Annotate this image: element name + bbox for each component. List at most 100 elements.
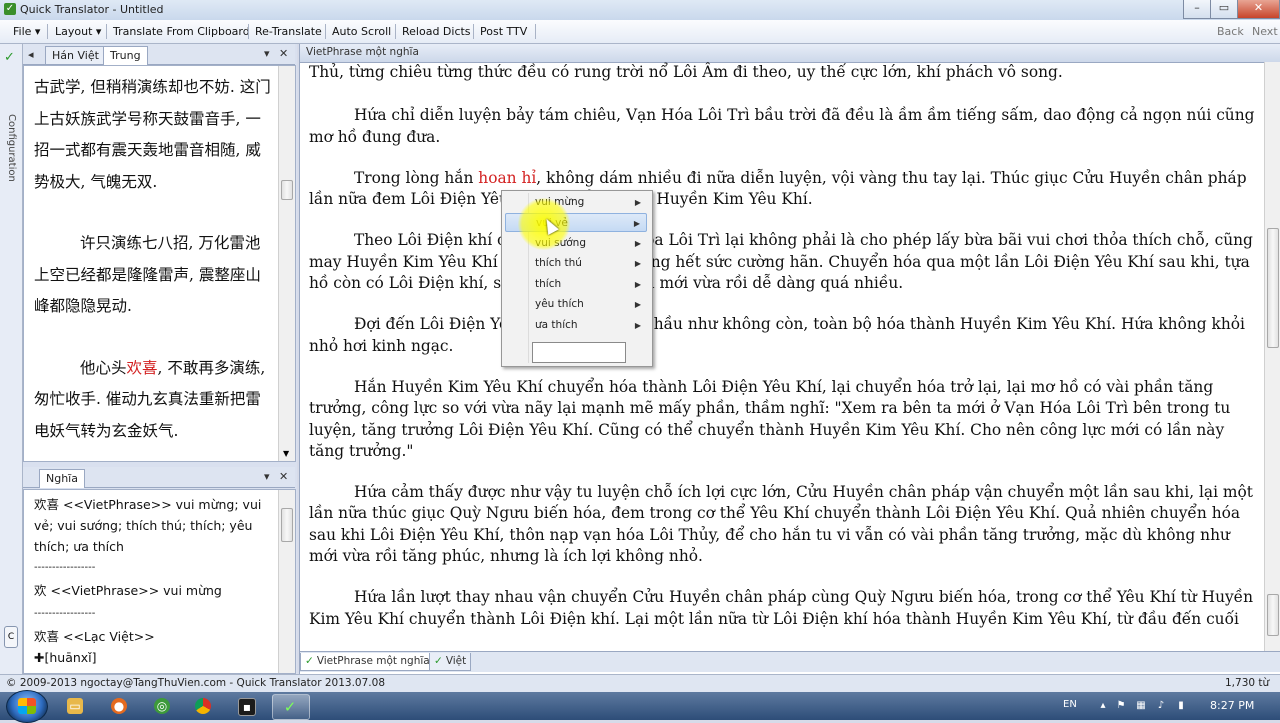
- vertical-scrollbar[interactable]: [1264, 62, 1280, 653]
- taskbar-explorer[interactable]: ▭: [58, 694, 94, 718]
- close-button[interactable]: ✕: [1237, 0, 1280, 19]
- toolbar-separator: [325, 24, 326, 39]
- retranslate-button[interactable]: Re-Translate: [251, 24, 326, 40]
- configuration-label: Configuration: [6, 114, 17, 182]
- menu-item-ua-thich[interactable]: ưa thích ▶: [505, 316, 647, 335]
- zh-paragraph: 古武学, 但稍稍演练却也不妨. 这门上古妖族武学号称天鼓雷音手, 一招一式都有震…: [34, 78, 271, 191]
- menu-item-vui-mung[interactable]: vui mừng ▶: [505, 193, 647, 212]
- meaning-line: -----------------: [34, 608, 96, 619]
- toolbar-separator: [47, 24, 48, 39]
- taskbar-firefox[interactable]: ●: [102, 694, 138, 718]
- check-icon: ✓: [305, 655, 314, 667]
- vietphrase-text-view[interactable]: Thủ, từng chiêu từng thức đều có rung tr…: [309, 62, 1257, 651]
- taskbar-quick-translator[interactable]: ✓: [272, 694, 310, 720]
- toolbar-separator: [248, 24, 249, 39]
- taskbar-terminal[interactable]: ▪: [229, 694, 265, 718]
- menu-file[interactable]: File ▾: [9, 24, 44, 40]
- tab-trung[interactable]: Trung: [103, 46, 148, 65]
- submenu-arrow-icon: ▶: [634, 198, 641, 207]
- battery-icon[interactable]: ▮: [1175, 700, 1187, 712]
- submenu-arrow-icon: ▶: [634, 300, 641, 309]
- speaker-icon[interactable]: ♪: [1155, 700, 1167, 712]
- chinese-text-view[interactable]: 古武学, 但稍稍演练却也不妨. 这门上古妖族武学号称天鼓雷音手, 一招一式都有震…: [23, 65, 296, 462]
- toolbar-separator: [395, 24, 396, 39]
- chevron-down-icon[interactable]: ▾: [264, 47, 270, 60]
- submenu-arrow-icon: ▶: [634, 321, 641, 330]
- status-bar: © 2009-2013 ngoctay@TangThuVien.com - Qu…: [0, 674, 1280, 693]
- chevron-down-icon: ▾: [34, 25, 41, 38]
- close-icon[interactable]: ✕: [279, 47, 288, 60]
- main-tab-header: VietPhrase một nghĩa: [300, 44, 1280, 63]
- chevron-down-icon[interactable]: ▾: [264, 470, 270, 483]
- translate-clipboard-button[interactable]: Translate From Clipboard: [109, 24, 254, 40]
- tab-han-viet[interactable]: Hán Việt: [45, 46, 106, 64]
- maximize-button[interactable]: ▭: [1210, 0, 1238, 19]
- scroll-down-icon[interactable]: ▼: [283, 449, 289, 458]
- chevron-down-icon: ▾: [95, 25, 102, 38]
- menu-layout[interactable]: Layout ▾: [51, 24, 105, 40]
- toolbar-separator: [535, 24, 536, 39]
- scroll-thumb[interactable]: [281, 180, 293, 200]
- vertical-scrollbar[interactable]: [278, 490, 295, 673]
- check-icon: ✓: [283, 698, 297, 716]
- check-icon: ✓: [434, 655, 443, 667]
- menu-item-yeu-thich[interactable]: yêu thích ▶: [505, 295, 647, 314]
- copyright-text: © 2009-2013 ngoctay@TangThuVien.com - Qu…: [6, 677, 385, 689]
- back-button[interactable]: Back: [1213, 24, 1248, 40]
- auto-scroll-button[interactable]: Auto Scroll: [328, 24, 395, 40]
- main-bottom-tabbar: ✓ VietPhrase một nghĩa ✓ Việt: [300, 651, 1280, 672]
- configuration-strip[interactable]: ✓ Configuration C: [0, 44, 23, 674]
- window-title: Quick Translator - Untitled: [20, 3, 164, 16]
- taskbar-chrome[interactable]: [186, 694, 222, 718]
- scroll-thumb-secondary[interactable]: [1267, 594, 1279, 636]
- clock[interactable]: 8:27 PM: [1210, 699, 1254, 712]
- submenu-arrow-icon: ▶: [634, 259, 641, 268]
- tab-nghia[interactable]: Nghĩa: [39, 469, 85, 488]
- taskbar-app-green[interactable]: ◎: [145, 694, 181, 718]
- vp-paragraph: Hứa chỉ diễn luyện bảy tám chiêu, Vạn Hó…: [309, 106, 1255, 146]
- submenu-arrow-icon: ▶: [634, 280, 641, 289]
- menu-item-thich-thu[interactable]: thích thú ▶: [505, 254, 647, 273]
- vp-paragraph: Đợi đến Lôi Điện Yêu Khí chuyển hóa, hầu…: [309, 315, 1245, 355]
- windows-logo-icon: [18, 698, 36, 714]
- network-icon[interactable]: ▦: [1135, 700, 1147, 712]
- tab-vietphrase-mot-nghia[interactable]: ✓ VietPhrase một nghĩa: [300, 653, 435, 671]
- menu-item-vui-ve[interactable]: vui vẻ ▶: [505, 213, 647, 232]
- scroll-thumb[interactable]: [1267, 228, 1279, 348]
- panel-toggle-icon[interactable]: C: [4, 626, 18, 648]
- folder-icon: ▭: [67, 698, 83, 714]
- next-button[interactable]: Next: [1248, 24, 1280, 40]
- menu-item-thich[interactable]: thích ▶: [505, 275, 647, 294]
- vp-paragraph: Trong lòng hắn hoan hỉ, không dám nhiều …: [309, 168, 1247, 209]
- left-bottom-tabbar: Nghĩa ▾ ✕: [23, 467, 295, 488]
- menu-item-vui-suong[interactable]: vui sướng ▶: [505, 234, 647, 253]
- check-icon: ✓: [4, 50, 15, 65]
- left-top-tabbar: Hán Việt Trung ▾ ✕: [23, 44, 295, 65]
- submenu-arrow-icon: ▶: [633, 219, 640, 228]
- firefox-icon: ●: [111, 698, 127, 714]
- meaning-context-menu: vui mừng ▶ vui vẻ ▶ vui sướng ▶ thích thú ▶ …: [501, 190, 653, 367]
- title-bar: ✓ Quick Translator - Untitled – ▭ ✕: [0, 0, 1280, 20]
- tab-scroll-left-icon[interactable]: ◂: [28, 48, 34, 61]
- vp-paragraph: Hứa lần lượt thay nhau vận chuyển Cửu Hu…: [309, 588, 1254, 628]
- start-button[interactable]: [6, 690, 48, 723]
- reload-dicts-button[interactable]: Reload Dicts: [398, 24, 475, 40]
- green-app-icon: ◎: [154, 698, 170, 714]
- zh-paragraph: 许只演练七八招, 万化雷池上空已经都是隆隆雷声, 震整座山峰都隐隐晃动.: [34, 234, 261, 315]
- tab-viet[interactable]: ✓ Việt: [429, 653, 472, 671]
- custom-meaning-input[interactable]: [532, 342, 626, 363]
- language-indicator[interactable]: EN: [1063, 699, 1077, 710]
- meaning-view[interactable]: 欢喜 <<VietPhrase>> vui mừng; vui vẻ; vui …: [23, 489, 296, 674]
- vertical-scrollbar[interactable]: ▼: [278, 66, 295, 461]
- action-center-icon[interactable]: ⚑: [1115, 700, 1127, 712]
- close-icon[interactable]: ✕: [279, 470, 288, 483]
- tray-arrow-icon[interactable]: ▴: [1097, 700, 1109, 712]
- highlighted-phrase[interactable]: hoan hỉ: [478, 169, 536, 187]
- vp-paragraph: Theo Lôi Điện khí chuyển hóa, Vạn Hóa Lô…: [309, 231, 1253, 293]
- highlighted-word[interactable]: 欢喜: [127, 359, 158, 377]
- vp-paragraph: Hứa cảm thấy được như vậy tu luyện chỗ í…: [309, 483, 1253, 566]
- post-ttv-button[interactable]: Post TTV: [476, 24, 531, 40]
- scroll-thumb[interactable]: [281, 508, 293, 542]
- vp-paragraph: Thủ, từng chiêu từng thức đều có rung tr…: [309, 63, 1063, 81]
- minimize-button[interactable]: –: [1183, 0, 1211, 19]
